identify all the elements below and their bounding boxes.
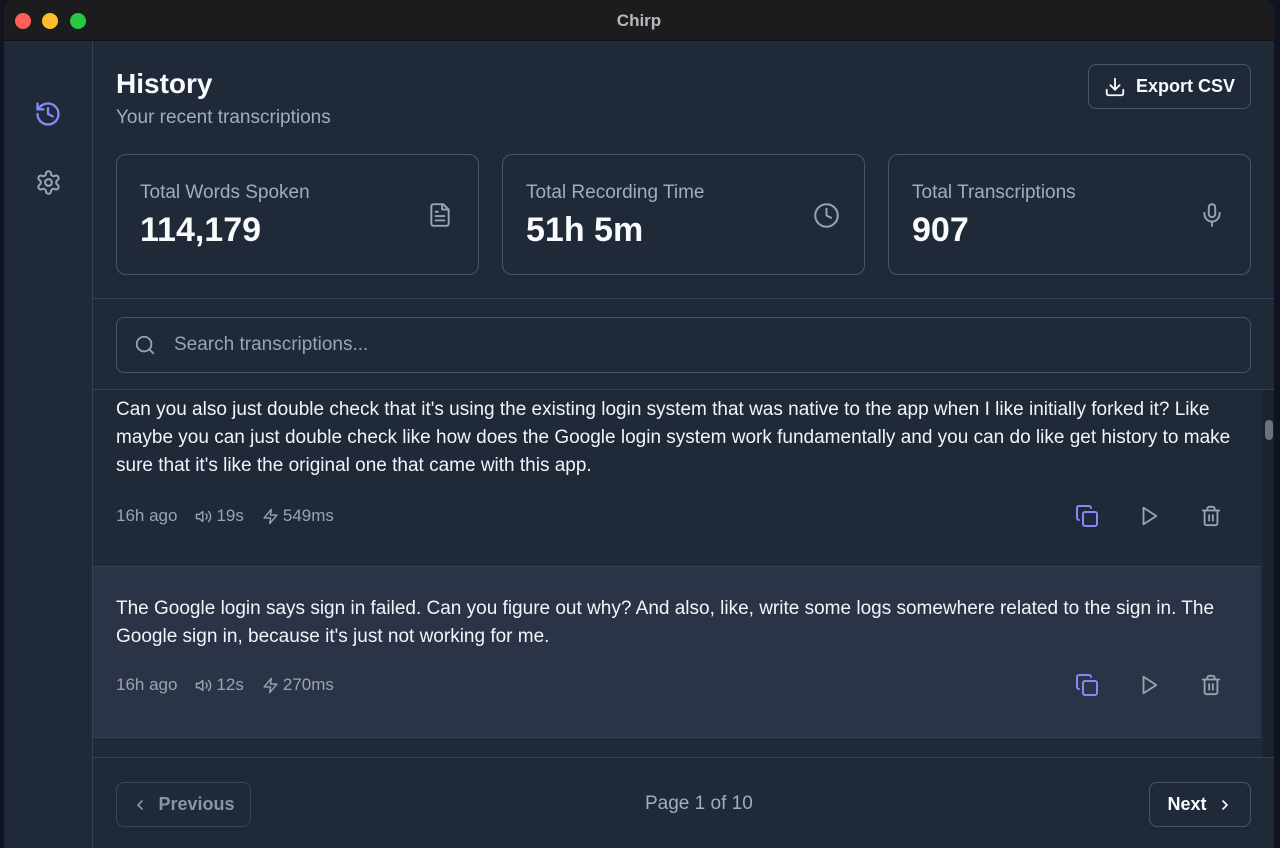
page-title: History [116, 68, 213, 99]
copy-button[interactable] [1075, 504, 1099, 528]
duration-group: 19s [195, 506, 244, 526]
transcription-actions [1075, 504, 1223, 528]
stat-label: Total Recording Time [526, 182, 705, 203]
next-page-label: Next [1167, 794, 1207, 814]
window-title: Chirp [616, 11, 662, 30]
play-icon [1142, 675, 1158, 695]
transcription-meta: 16h ago 19s 549ms [116, 506, 352, 526]
pagination-footer: Previous Page 1 of 10 Next [93, 758, 1274, 848]
export-csv-button[interactable]: Export CSV [1088, 64, 1251, 109]
stat-label: Total Transcriptions [912, 182, 1076, 203]
trash-icon [1201, 674, 1221, 696]
play-button[interactable] [1137, 504, 1161, 528]
latency-group: 270ms [262, 675, 334, 695]
list-scrollbar[interactable] [1263, 390, 1274, 757]
transcription-item[interactable]: Can you also just double check that it's… [93, 390, 1261, 567]
speaker-icon [196, 679, 212, 691]
copy-icon [1076, 505, 1098, 527]
previous-page-button[interactable]: Previous [116, 782, 251, 827]
latency-group: 549ms [262, 506, 334, 526]
lightning-icon [263, 508, 278, 524]
transcription-duration: 19s [216, 506, 244, 525]
next-page-button[interactable]: Next [1149, 782, 1251, 827]
play-button[interactable] [1137, 673, 1161, 697]
speaker-icon [196, 510, 212, 522]
page-indicator: Page 1 of 10 [645, 793, 753, 814]
stat-label: Total Words Spoken [140, 182, 310, 203]
trash-icon [1201, 505, 1221, 527]
duration-group: 12s [195, 675, 244, 695]
document-icon [426, 201, 454, 229]
download-icon [1105, 77, 1125, 96]
transcription-latency: 270ms [282, 675, 334, 694]
search-input[interactable] [174, 334, 1250, 356]
delete-button[interactable] [1199, 504, 1223, 528]
chevron-left-icon [137, 799, 144, 810]
gear-icon [36, 169, 60, 195]
sidebar-item-history[interactable] [32, 98, 64, 130]
previous-page-label: Previous [158, 794, 235, 814]
stat-card-transcriptions: Total Transcriptions 907 [888, 154, 1251, 275]
scrollbar-thumb[interactable] [1265, 420, 1273, 440]
title-bar: Chirp [4, 0, 1274, 41]
app-window: Chirp History Your recent transcriptions [4, 0, 1274, 848]
transcription-duration: 12s [216, 675, 244, 694]
delete-button[interactable] [1199, 673, 1223, 697]
sidebar-item-settings[interactable] [32, 166, 64, 198]
lightning-icon [263, 677, 278, 693]
copy-icon [1076, 674, 1098, 696]
transcription-time: 16h ago [116, 506, 178, 525]
transcription-meta: 16h ago 12s 270ms [116, 675, 352, 695]
stat-card-recording-time: Total Recording Time 51h 5m [502, 154, 865, 275]
stat-value: 114,179 [140, 211, 262, 249]
clock-icon [812, 201, 840, 229]
history-icon [36, 102, 60, 126]
divider [93, 298, 1274, 299]
transcription-text: The Google login says sign in failed. Ca… [116, 598, 1215, 647]
search-bar[interactable] [116, 317, 1251, 373]
transcription-text: Can you also just double check that it's… [116, 399, 1231, 476]
search-icon [135, 335, 155, 355]
copy-button[interactable] [1075, 673, 1099, 697]
transcription-time: 16h ago [116, 675, 178, 694]
chevron-right-icon [1221, 799, 1228, 810]
page-subtitle: Your recent transcriptions [116, 107, 331, 128]
main-content: History Your recent transcriptions Expor… [93, 41, 1274, 848]
sidebar [4, 41, 93, 848]
export-csv-label: Export CSV [1135, 76, 1236, 96]
microphone-icon [1198, 201, 1226, 229]
stat-value: 51h 5m [526, 211, 644, 249]
play-icon [1142, 506, 1158, 526]
transcription-actions [1075, 673, 1223, 697]
transcription-list: Can you also just double check that it's… [93, 390, 1261, 757]
transcription-latency: 549ms [282, 506, 334, 525]
transcription-item[interactable]: The Google login says sign in failed. Ca… [93, 567, 1261, 738]
stat-value: 907 [912, 211, 969, 249]
stat-card-words: Total Words Spoken 114,179 [116, 154, 479, 275]
